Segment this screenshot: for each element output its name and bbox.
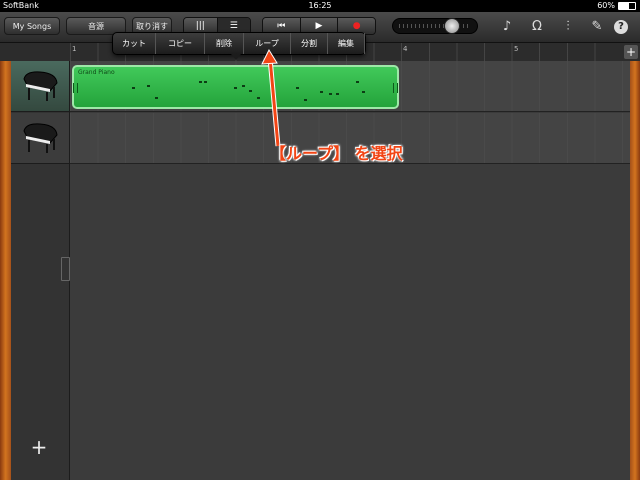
status-bar: SoftBank 16:25 60% bbox=[0, 0, 640, 12]
midi-note bbox=[132, 87, 135, 89]
midi-note bbox=[362, 91, 365, 93]
loop-browser-icon[interactable]: Ω bbox=[528, 18, 546, 36]
grand-piano-icon bbox=[23, 123, 58, 153]
midi-note bbox=[234, 87, 237, 89]
bar-marker-5: 5 bbox=[514, 45, 519, 53]
add-track-button[interactable]: + bbox=[29, 435, 49, 459]
midi-note bbox=[249, 90, 252, 92]
bar-marker-1: 1 bbox=[72, 45, 77, 53]
midi-note bbox=[356, 81, 359, 83]
battery-percent: 60% bbox=[597, 1, 615, 10]
menu-item-delete[interactable]: 削除 bbox=[205, 33, 244, 54]
midi-note bbox=[155, 97, 158, 99]
region-right-handle[interactable] bbox=[393, 83, 398, 93]
track-header-1[interactable] bbox=[11, 61, 69, 112]
resize-handle[interactable] bbox=[61, 257, 70, 281]
left-wood-panel bbox=[0, 61, 11, 480]
midi-note bbox=[147, 85, 150, 87]
edit-popup-menu: カット コピー 削除 ループ 分割 編集 bbox=[112, 32, 366, 60]
track-lane-1[interactable]: Grand Piano bbox=[70, 61, 630, 112]
clock: 16:25 bbox=[308, 1, 332, 10]
menu-item-loop[interactable]: ループ bbox=[244, 33, 291, 54]
my-songs-button[interactable]: My Songs bbox=[4, 17, 60, 35]
tracks-area[interactable]: Grand Piano bbox=[70, 61, 630, 480]
right-wood-panel bbox=[630, 61, 640, 480]
settings-icon[interactable]: ✎ bbox=[588, 18, 606, 36]
volume-knob[interactable] bbox=[444, 18, 460, 34]
region-name: Grand Piano bbox=[78, 69, 115, 76]
master-volume-slider[interactable] bbox=[392, 18, 478, 34]
mixer-icon[interactable]: ⫶ bbox=[559, 18, 577, 36]
midi-note bbox=[242, 85, 245, 87]
metronome-icon[interactable]: ♪ bbox=[498, 18, 516, 36]
midi-note bbox=[296, 87, 299, 89]
midi-note bbox=[199, 81, 202, 83]
battery-icon bbox=[618, 2, 636, 10]
add-section-button[interactable]: + bbox=[624, 45, 638, 59]
bar-marker-4: 4 bbox=[403, 45, 408, 53]
help-icon[interactable]: ? bbox=[614, 20, 628, 34]
midi-note bbox=[257, 97, 260, 99]
menu-item-cut[interactable]: カット bbox=[113, 33, 156, 54]
region-left-handle[interactable] bbox=[73, 83, 78, 93]
popup-pointer bbox=[231, 54, 241, 60]
midi-note bbox=[204, 81, 207, 83]
annotation-text: 【ループ】 を選択 bbox=[270, 144, 403, 163]
midi-note bbox=[336, 93, 339, 95]
midi-note bbox=[304, 99, 307, 101]
grand-piano-icon bbox=[23, 71, 58, 101]
midi-note bbox=[329, 93, 332, 95]
music-region[interactable]: Grand Piano bbox=[72, 65, 399, 109]
track-header-2[interactable] bbox=[11, 113, 69, 164]
menu-item-edit[interactable]: 編集 bbox=[328, 33, 365, 54]
menu-item-copy[interactable]: コピー bbox=[156, 33, 205, 54]
track-headers: + bbox=[11, 61, 70, 480]
midi-note bbox=[320, 91, 323, 93]
menu-item-split[interactable]: 分割 bbox=[291, 33, 328, 54]
